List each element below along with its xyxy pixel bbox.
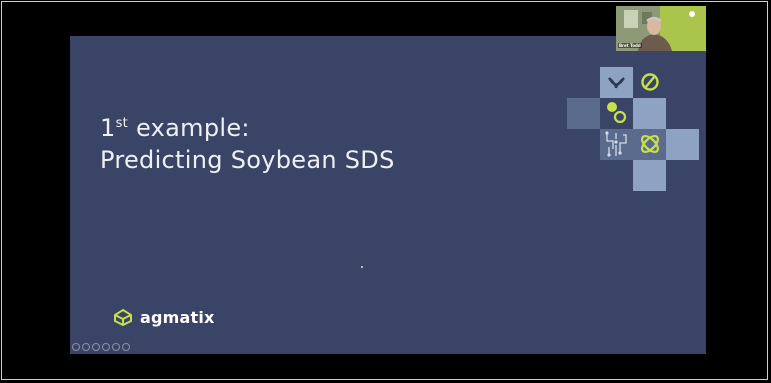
circle-slash-tile [633, 67, 666, 98]
title-ordinal-suffix: st [115, 116, 129, 131]
previous-slide-icon[interactable] [72, 343, 80, 351]
zoom-icon[interactable] [112, 343, 120, 351]
drops-icon [607, 102, 627, 124]
leaf-icon [608, 77, 625, 89]
circuit-tile [600, 129, 633, 160]
agmatix-logo-text: agmatix [140, 307, 215, 327]
title-line-1-text: example: [128, 114, 250, 142]
tile [567, 98, 600, 129]
slide-control-bar [72, 343, 130, 351]
tile [633, 160, 666, 191]
more-options-icon[interactable] [122, 343, 130, 351]
tile [633, 98, 666, 129]
slides-overview-icon[interactable] [102, 343, 110, 351]
slide-title: 1st example: Predicting Soybean SDS [100, 112, 395, 176]
participant-name-label: Bret Todd [618, 43, 642, 48]
speaker-video-thumbnail[interactable]: Bret Todd [616, 6, 706, 51]
mouse-pointer-dot [361, 266, 363, 268]
slide-title-line-1: 1st example: [100, 112, 395, 144]
agmatix-logo: agmatix [112, 307, 215, 327]
agmatix-leaf-logo-icon [114, 308, 132, 327]
atom-icon [640, 134, 660, 154]
tile [666, 129, 699, 160]
circle-slash-icon [641, 73, 659, 91]
presentation-slide: 1st example: Predicting Soybean SDS agma… [70, 36, 706, 354]
circuit-icon [605, 131, 627, 157]
slide-title-line-2: Predicting Soybean SDS [100, 146, 395, 174]
title-ordinal-number: 1 [100, 114, 116, 142]
atom-tile [633, 129, 666, 160]
pen-icon[interactable] [92, 343, 100, 351]
leaf-tile [600, 67, 633, 98]
next-slide-icon[interactable] [82, 343, 90, 351]
drops-tile [600, 98, 633, 129]
